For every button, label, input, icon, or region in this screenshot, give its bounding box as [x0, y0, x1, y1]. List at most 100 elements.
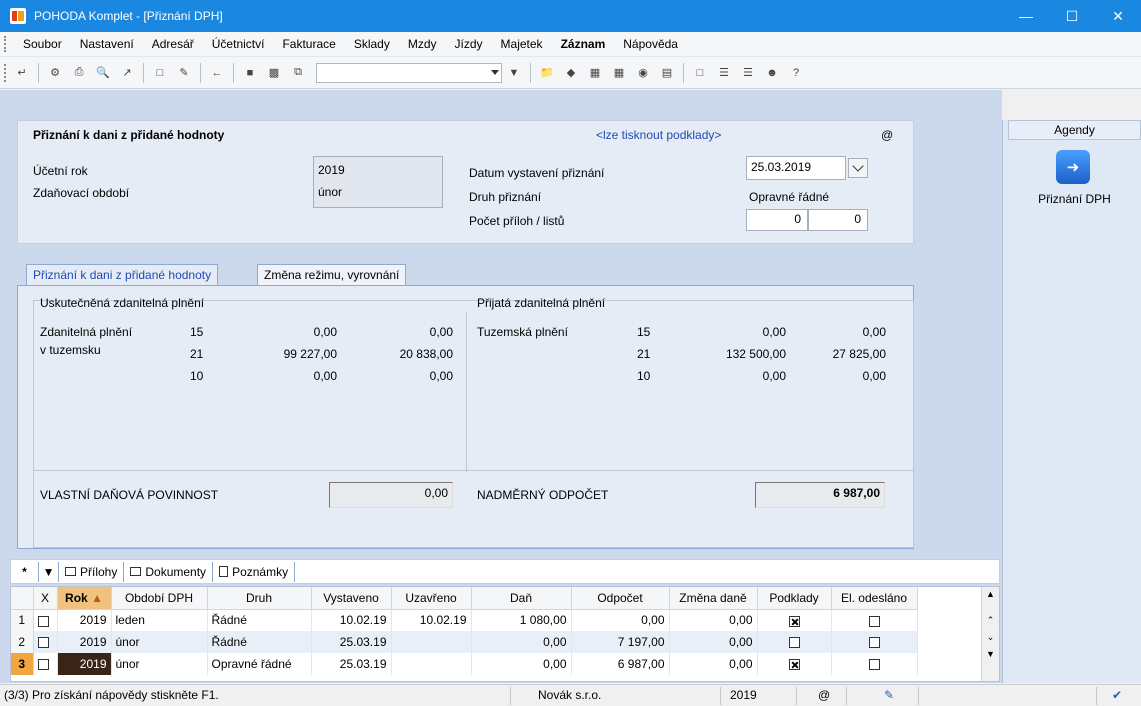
- agenda-item-priznani-dph[interactable]: Přiznání DPH: [1008, 192, 1141, 206]
- folder-icon[interactable]: 📁: [538, 64, 556, 82]
- back-icon[interactable]: ←: [208, 64, 226, 82]
- table-row[interactable]: 2 2019 únor Řádné 25.03.19 0,00 7 197,00…: [11, 631, 918, 653]
- toolbar-combobox[interactable]: [316, 62, 502, 83]
- all-records-icon[interactable]: *: [11, 561, 39, 582]
- save-icon[interactable]: ■: [241, 64, 259, 82]
- exit-icon[interactable]: ↵: [13, 64, 31, 82]
- tab-priznani[interactable]: Přiznání k dani z přidané hodnoty: [26, 264, 219, 286]
- col-rok[interactable]: Rok ▲: [57, 587, 112, 610]
- status-divider: [510, 687, 511, 705]
- checkbox[interactable]: [37, 615, 49, 627]
- status-divider: [1096, 687, 1097, 705]
- menu-soubor[interactable]: Soubor: [14, 37, 71, 51]
- pocet-label: Počet příloh / listů: [469, 214, 565, 228]
- cell-el-odeslano: [831, 609, 918, 631]
- row-number[interactable]: 2: [11, 631, 34, 653]
- scroll-top-icon[interactable]: ▲: [982, 589, 999, 599]
- list-detail-icon[interactable]: ☰: [739, 64, 757, 82]
- col-x[interactable]: X: [33, 587, 58, 610]
- liquidation-icon[interactable]: ◆: [562, 64, 580, 82]
- cell-zmena: 0,00: [669, 653, 758, 675]
- cell-rok: 2019: [57, 609, 112, 631]
- copy-icon[interactable]: ⧉: [289, 64, 307, 82]
- new-record-icon[interactable]: □: [151, 64, 169, 82]
- checkbox[interactable]: [37, 637, 49, 649]
- settings-icon[interactable]: ⚙: [46, 64, 64, 82]
- status-year: 2019: [730, 688, 757, 702]
- window-icon[interactable]: □: [691, 64, 709, 82]
- tab-dokumenty[interactable]: Dokumenty: [124, 561, 214, 582]
- row-checkbox[interactable]: [33, 631, 58, 653]
- menu-zaznam[interactable]: Záznam: [552, 37, 615, 51]
- tab-poznamky[interactable]: Poznámky: [213, 561, 296, 582]
- minimize-button[interactable]: —: [1003, 0, 1049, 32]
- scroll-down-icon[interactable]: ⌄: [982, 632, 999, 643]
- preview-icon[interactable]: 🔍: [94, 64, 112, 82]
- table-row[interactable]: 3 2019 únor Opravné řádné 25.03.19 0,00 …: [11, 653, 918, 675]
- maximize-button[interactable]: ☐: [1049, 0, 1095, 32]
- row-number[interactable]: 1: [11, 609, 34, 631]
- save-all-icon[interactable]: ▩: [265, 64, 283, 82]
- menu-bar: Soubor Nastavení Adresář Účetnictví Fakt…: [0, 32, 1141, 57]
- coins-icon[interactable]: ◉: [634, 64, 652, 82]
- col-zmena[interactable]: Změna daně: [669, 587, 758, 610]
- table-row[interactable]: 1 2019 leden Řádné 10.02.19 10.02.19 1 0…: [11, 609, 918, 631]
- cell-podklady: [757, 653, 832, 675]
- prij-tax-10: 0,00: [862, 369, 886, 383]
- table-icon[interactable]: ▦: [586, 64, 604, 82]
- edit-icon[interactable]: ✎: [175, 64, 193, 82]
- druh-value: Opravné řádné: [749, 190, 830, 204]
- print-documents-link[interactable]: <lze tisknout podklady>: [596, 128, 721, 142]
- print-icon[interactable]: ⎙: [70, 64, 88, 82]
- prij-tax-21: 27 825,00: [832, 347, 886, 361]
- menu-adresar[interactable]: Adresář: [143, 37, 203, 51]
- obdobi-label: Zdaňovací období: [33, 186, 130, 200]
- datum-dropdown-button[interactable]: [848, 158, 868, 178]
- list-icon[interactable]: ☰: [715, 64, 733, 82]
- row-checkbox[interactable]: [33, 609, 58, 631]
- filter-tab-icon[interactable]: ▼: [39, 561, 59, 582]
- menu-mzdy[interactable]: Mzdy: [399, 37, 446, 51]
- col-dan[interactable]: Daň: [471, 587, 572, 610]
- menu-napoveda[interactable]: Nápověda: [614, 37, 687, 51]
- row-number[interactable]: 3: [11, 653, 34, 675]
- totals-divider: [34, 470, 913, 471]
- close-button[interactable]: ✕: [1095, 0, 1141, 32]
- col-druh[interactable]: Druh: [207, 587, 312, 610]
- iban-icon[interactable]: ▤: [658, 64, 676, 82]
- row-header-corner: [11, 587, 34, 610]
- col-podklady[interactable]: Podklady: [757, 587, 832, 610]
- col-odpocet[interactable]: Odpočet: [571, 587, 670, 610]
- scroll-bottom-icon[interactable]: ▼: [982, 649, 999, 659]
- col-uzavreno[interactable]: Uzavřeno: [391, 587, 472, 610]
- status-at: @: [818, 688, 831, 702]
- calculator-icon[interactable]: ▦: [610, 64, 628, 82]
- prilohy-field[interactable]: 0: [746, 209, 808, 231]
- dph-agenda-icon[interactable]: ➜: [1056, 150, 1090, 184]
- cell-uzavreno: [391, 631, 472, 653]
- menu-sklady[interactable]: Sklady: [345, 37, 399, 51]
- grid-scrollbar[interactable]: ▲ ⌃ ⌄ ▼: [981, 587, 999, 681]
- menu-nastaveni[interactable]: Nastavení: [71, 37, 143, 51]
- menu-ucetnictvi[interactable]: Účetnictví: [203, 37, 274, 51]
- scroll-up-icon[interactable]: ⌃: [982, 615, 999, 626]
- prij-base-10: 0,00: [762, 369, 786, 383]
- checkbox[interactable]: [37, 659, 49, 671]
- filter-icon[interactable]: ▼: [505, 64, 523, 82]
- tab-prilohy[interactable]: Přílohy: [59, 561, 125, 582]
- user-icon[interactable]: ☻: [763, 64, 781, 82]
- help-icon[interactable]: ?: [787, 64, 805, 82]
- cell-uzavreno: [391, 653, 472, 675]
- menu-fakturace[interactable]: Fakturace: [273, 37, 344, 51]
- col-vystaveno[interactable]: Vystaveno: [311, 587, 392, 610]
- tab-zmena-rezimu[interactable]: Změna režimu, vyrovnání: [257, 264, 407, 286]
- listy-field[interactable]: 0: [808, 209, 868, 231]
- datum-field[interactable]: 25.03.2019: [746, 156, 846, 180]
- row-checkbox[interactable]: [33, 653, 58, 675]
- col-obdobi[interactable]: Období DPH: [111, 587, 208, 610]
- columns-divider: [466, 312, 467, 472]
- menu-majetek[interactable]: Majetek: [492, 37, 552, 51]
- menu-jizdy[interactable]: Jízdy: [446, 37, 492, 51]
- col-el-odeslano[interactable]: El. odesláno: [831, 587, 918, 610]
- export-icon[interactable]: ↗: [118, 64, 136, 82]
